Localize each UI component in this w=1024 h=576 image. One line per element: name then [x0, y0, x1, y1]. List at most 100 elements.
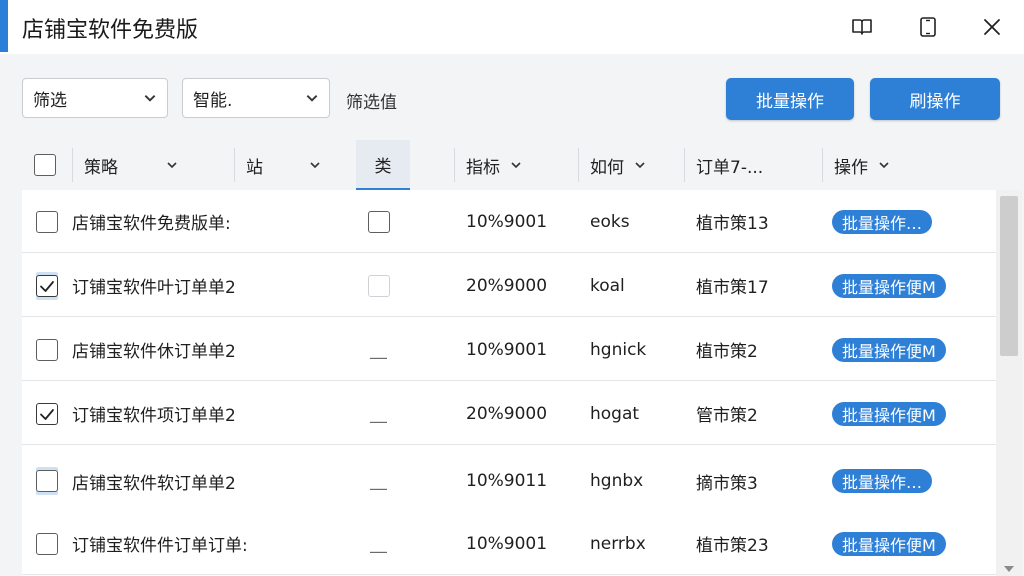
row-checkbox[interactable]	[36, 470, 58, 492]
chevron-down-icon	[511, 162, 521, 169]
app-window: 店铺宝软件免费版 筛选 智能. 筛选值 批量操作 刷操作 策略 站 类 指标 如…	[0, 0, 1024, 576]
smart-dropdown[interactable]: 智能.	[182, 78, 330, 118]
column-divider	[454, 148, 455, 182]
row-action-button[interactable]: 批量操作…	[832, 209, 933, 234]
close-icon	[984, 19, 1000, 35]
row-checkbox[interactable]	[36, 274, 58, 297]
row-location: 植市策13	[696, 214, 769, 234]
row-type-checkbox[interactable]	[368, 274, 390, 297]
select-all-cell	[34, 140, 74, 190]
tablet-view-button[interactable]	[906, 8, 950, 46]
column-divider	[578, 148, 579, 182]
row-code: koal	[590, 275, 625, 296]
row-type-cell	[368, 254, 390, 317]
row-type-dash: __	[370, 533, 387, 554]
row-select-cell	[36, 382, 58, 445]
chevron-down-icon	[144, 95, 156, 102]
row-name: 订铺宝软件项订单单2	[72, 406, 236, 426]
column-header-action[interactable]: 操作	[834, 140, 954, 190]
chevron-down-icon	[879, 162, 889, 169]
table-row[interactable]: 店铺宝软件休订单单2 __ 10%9001 hgnick 植市策2 批量操作便M	[22, 318, 996, 381]
scrollbar-thumb[interactable]	[1000, 196, 1018, 356]
row-action-cell: 批量操作便M	[832, 318, 946, 381]
chevron-down-icon	[635, 162, 645, 169]
chevron-down-icon	[310, 162, 320, 169]
row-action-button[interactable]: 批量操作便M	[832, 337, 946, 362]
table-header: 策略 站 类 指标 如何 订单7-... 操作	[22, 140, 1022, 190]
app-title: 店铺宝软件免费版	[22, 18, 199, 43]
toolbar: 筛选 智能. 筛选值 批量操作 刷操作	[0, 54, 1024, 140]
row-name: 店铺宝软件休订单单2	[72, 342, 236, 362]
row-location: 植市策23	[696, 536, 769, 556]
column-header-orders[interactable]: 订单7-...	[696, 140, 816, 190]
row-location: 植市策17	[696, 278, 769, 298]
column-header-label: 策略	[84, 157, 118, 178]
row-location: 管市策2	[696, 406, 758, 426]
table-row[interactable]: 订铺宝软件件订单订单: __ 10%9001 nerrbx 植市策23 批量操作…	[22, 512, 996, 575]
row-action-cell: 批量操作…	[832, 190, 933, 253]
row-location: 摘市策3	[696, 473, 758, 494]
orders-table: 策略 站 类 指标 如何 订单7-... 操作 店铺宝软件免费版单: 10%90…	[22, 140, 1022, 576]
row-name: 订铺宝软件叶订单单2	[72, 278, 236, 298]
column-header-how[interactable]: 如何	[590, 140, 690, 190]
row-id: 20%9000	[466, 275, 548, 296]
row-code: nerrbx	[590, 533, 646, 554]
row-type-dash: __	[370, 471, 387, 491]
book-view-button[interactable]	[840, 8, 884, 46]
column-divider	[684, 148, 685, 182]
table-row[interactable]: 店铺宝软件免费版单: 10%9001 eoks 植市策13 批量操作…	[22, 190, 996, 253]
column-header-label: 类	[374, 156, 392, 177]
chevron-down-icon	[167, 162, 177, 169]
table-row[interactable]: 店铺宝软件软订单单2 __ 10%9011 hgnbx 摘市策3 批量操作…	[22, 446, 996, 516]
row-action-button[interactable]: 批量操作…	[832, 469, 933, 493]
column-header-metric[interactable]: 指标	[466, 140, 576, 190]
row-code: hgnbx	[590, 471, 644, 491]
row-checkbox[interactable]	[36, 338, 58, 361]
row-select-cell	[36, 446, 58, 516]
row-checkbox[interactable]	[36, 402, 58, 425]
vertical-scrollbar[interactable]	[996, 190, 1022, 576]
row-action-cell: 批量操作便M	[832, 382, 946, 445]
column-header-label: 订单7-...	[696, 157, 764, 178]
column-divider	[822, 148, 823, 182]
row-select-cell	[36, 190, 58, 253]
row-type-dash: __	[370, 339, 387, 360]
column-divider	[72, 148, 73, 182]
row-checkbox[interactable]	[36, 532, 58, 555]
book-icon	[852, 19, 872, 35]
row-checkbox[interactable]	[36, 210, 58, 233]
title-bar: 店铺宝软件免费版	[0, 0, 1024, 54]
row-location: 植市策2	[696, 342, 758, 362]
table-body: 店铺宝软件免费版单: 10%9001 eoks 植市策13 批量操作… 订铺宝软…	[22, 190, 996, 576]
refresh-operation-button[interactable]: 刷操作	[870, 78, 1000, 120]
select-all-checkbox[interactable]	[34, 154, 56, 176]
smart-dropdown-label: 智能.	[193, 90, 233, 111]
tablet-icon	[920, 17, 936, 37]
table-row[interactable]: 订铺宝软件项订单单2 __ 20%9000 hogat 管市策2 批量操作便M	[22, 382, 996, 445]
batch-operation-button[interactable]: 批量操作	[726, 78, 854, 120]
row-type-dash: __	[370, 403, 387, 424]
close-button[interactable]	[970, 8, 1014, 46]
column-header-label: 指标	[466, 157, 500, 178]
row-name: 店铺宝软件免费版单:	[72, 214, 231, 234]
column-divider	[234, 148, 235, 182]
column-header-strategy[interactable]: 策略	[84, 140, 234, 190]
row-type-checkbox[interactable]	[368, 210, 390, 233]
row-id: 20%9000	[466, 403, 548, 424]
row-action-button[interactable]: 批量操作便M	[832, 401, 946, 426]
row-code: hogat	[590, 403, 640, 424]
column-header-label: 站	[246, 157, 263, 178]
scroll-down-icon[interactable]	[1002, 564, 1016, 574]
column-header-site[interactable]: 站	[246, 140, 356, 190]
row-id: 10%9001	[466, 533, 548, 554]
row-code: hgnick	[590, 339, 647, 360]
filter-dropdown[interactable]: 筛选	[22, 78, 168, 118]
row-name: 店铺宝软件软订单单2	[72, 473, 236, 494]
table-row[interactable]: 订铺宝软件叶订单单2 20%9000 koal 植市策17 批量操作便M	[22, 254, 996, 317]
column-header-type[interactable]: 类	[356, 140, 410, 190]
row-action-button[interactable]: 批量操作便M	[832, 531, 946, 556]
filter-dropdown-label: 筛选	[33, 90, 67, 111]
row-name: 订铺宝软件件订单订单:	[72, 536, 248, 556]
column-header-label: 如何	[590, 157, 624, 178]
row-action-button[interactable]: 批量操作便M	[832, 273, 946, 298]
